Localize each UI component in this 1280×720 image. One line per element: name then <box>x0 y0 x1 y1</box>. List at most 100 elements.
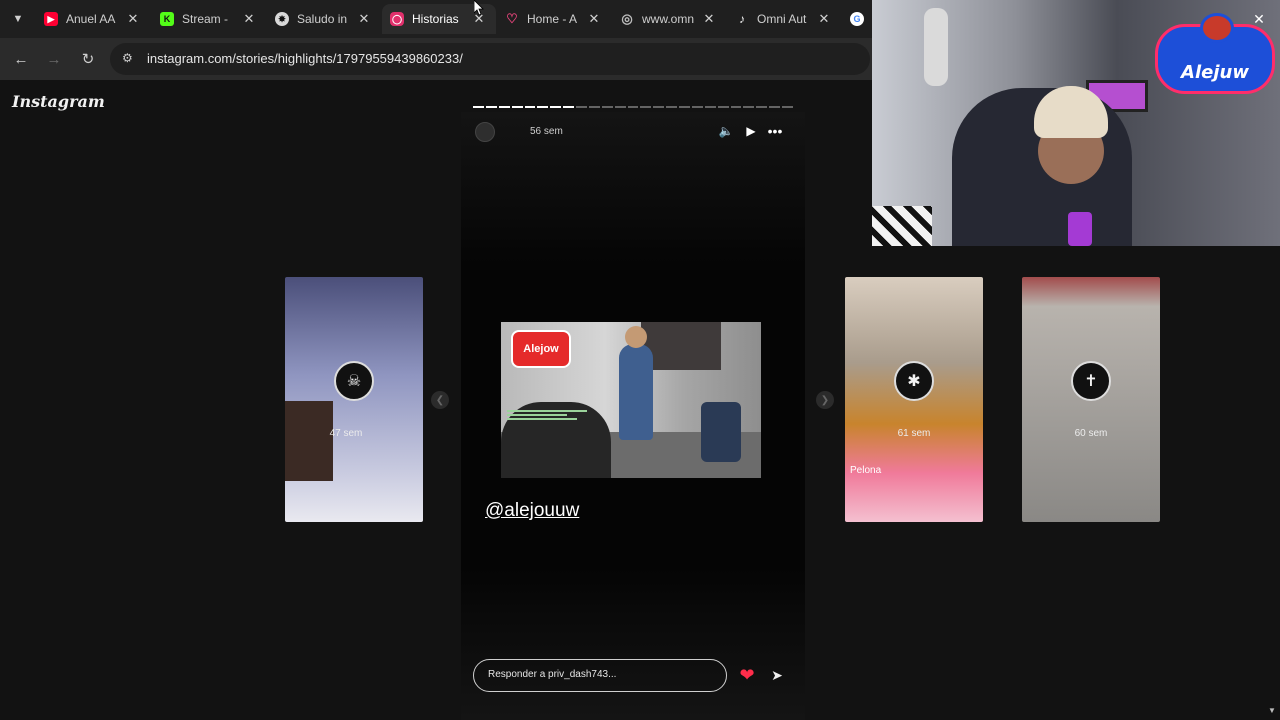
tab-kick[interactable]: K Stream - ✕ <box>152 4 256 34</box>
progress-segment <box>511 106 523 108</box>
forward-arrow-icon[interactable]: → <box>45 50 63 68</box>
tab-youtube[interactable]: ▶ Anuel AA ✕ <box>36 4 140 34</box>
close-tab-icon[interactable]: ✕ <box>242 11 256 27</box>
progress-segment <box>485 106 497 108</box>
close-tab-icon[interactable]: ✕ <box>817 11 831 27</box>
url-text[interactable]: instagram.com/stories/highlights/1797955… <box>147 51 463 66</box>
swirl-icon: ✱ <box>894 361 934 401</box>
story-timestamp: 56 sem <box>530 126 563 137</box>
scroll-down-arrow-icon[interactable]: ▼ <box>1266 704 1278 716</box>
wall-poster <box>641 322 721 370</box>
video-person-head <box>625 326 647 348</box>
story-progress-bar <box>473 106 793 108</box>
browser-toolbar: ← → ↻ ⚙ instagram.com/stories/highlights… <box>0 38 872 80</box>
microphone <box>1068 212 1092 246</box>
tab-label: Saludo in <box>297 12 348 26</box>
progress-segment <box>730 106 742 108</box>
cow-print-pillow <box>872 206 932 246</box>
close-icon[interactable]: ✕ <box>1250 10 1268 28</box>
tab-omni-web[interactable]: ◎ www.omn ✕ <box>612 4 716 34</box>
mouse-cursor-icon <box>474 0 484 16</box>
progress-segment <box>627 106 639 108</box>
preview-caption: Pelona <box>850 465 882 476</box>
office-chair <box>701 402 741 462</box>
progress-segment <box>782 106 793 108</box>
tab-label: Home - A <box>527 12 578 26</box>
reply-input[interactable]: Responder a priv_dash743... <box>473 659 727 692</box>
tab-search-chevron-icon[interactable]: ▼ <box>8 9 28 29</box>
progress-segment <box>769 106 780 108</box>
progress-segment <box>473 106 484 108</box>
story-viewer[interactable]: 56 sem 🔈 ▶ ••• Alejow @alejouuw <box>461 112 805 720</box>
progress-segment <box>640 106 652 108</box>
story-preview-next[interactable]: ✱ 61 sem Pelona <box>845 277 983 522</box>
tab-strip: ▼ ▶ Anuel AA ✕ K Stream - ✕ ✸ Saludo in … <box>0 0 872 38</box>
progress-segment <box>498 106 510 108</box>
progress-segment <box>691 106 703 108</box>
kick-icon: K <box>160 12 174 26</box>
reply-placeholder: Responder a priv_dash743... <box>488 669 617 680</box>
preview-timestamp: 60 sem <box>1074 428 1108 439</box>
instagram-icon: ◯ <box>390 12 404 26</box>
progress-segment <box>614 106 626 108</box>
story-preview-previous[interactable]: ☠ 47 sem <box>285 277 423 522</box>
monkey-photo <box>285 401 333 481</box>
send-icon[interactable]: ➤ <box>768 666 786 684</box>
youtube-icon: ▶ <box>44 12 58 26</box>
tab-label: Anuel AA <box>66 12 116 26</box>
cap-icon <box>1200 13 1234 43</box>
video-person <box>619 344 653 440</box>
tab-tiktok[interactable]: ♪ Omni Aut ✕ <box>727 4 831 34</box>
like-heart-icon[interactable]: ❤ <box>737 665 757 685</box>
mention-sticker[interactable]: @alejouuw <box>485 500 579 522</box>
progress-segment <box>601 106 613 108</box>
tab-label: www.omn <box>642 12 694 26</box>
tab-home[interactable]: ♡ Home - A ✕ <box>497 4 601 34</box>
progress-segment <box>756 106 768 108</box>
tab-label: Historias <box>412 12 459 26</box>
preview-timestamp: 47 sem <box>329 428 363 439</box>
screen: ▼ ▶ Anuel AA ✕ K Stream - ✕ ✸ Saludo in … <box>0 0 1280 720</box>
tab-label: Stream - <box>182 12 229 26</box>
tab-chatgpt[interactable]: ✸ Saludo in ✕ <box>267 4 371 34</box>
heart-icon: ♡ <box>506 11 518 26</box>
chatgpt-icon: ✸ <box>275 12 289 26</box>
progress-segment <box>524 106 536 108</box>
close-tab-icon[interactable]: ✕ <box>587 11 601 27</box>
video-logo: Alejow <box>511 330 571 368</box>
preview-timestamp: 61 sem <box>897 428 931 439</box>
tiktok-icon: ♪ <box>739 12 745 26</box>
punching-bag <box>924 8 948 86</box>
instagram-logo[interactable]: Instagram <box>12 92 105 111</box>
address-bar[interactable]: ⚙ instagram.com/stories/highlights/17979… <box>110 43 870 75</box>
close-tab-icon[interactable]: ✕ <box>126 11 140 27</box>
back-arrow-icon[interactable]: ← <box>12 50 30 68</box>
more-options-icon[interactable]: ••• <box>767 123 783 139</box>
progress-segment <box>653 106 665 108</box>
next-story-chevron-icon[interactable]: ❯ <box>816 391 834 409</box>
google-icon: G <box>850 12 864 26</box>
volume-icon[interactable]: 🔈 <box>718 123 734 139</box>
close-tab-icon[interactable]: ✕ <box>702 11 716 27</box>
globe-icon: ◎ <box>621 11 633 26</box>
close-tab-icon[interactable]: ✕ <box>357 11 371 27</box>
play-icon[interactable]: ▶ <box>743 123 759 139</box>
chat-overlay <box>507 408 607 426</box>
reload-icon[interactable]: ↻ <box>79 50 97 68</box>
progress-segment <box>550 106 562 108</box>
cross-icon: ✝ <box>1071 361 1111 401</box>
progress-segment <box>704 106 716 108</box>
tab-google[interactable]: G <box>842 4 872 34</box>
story-video-frame[interactable]: Alejow <box>501 322 761 478</box>
previous-story-chevron-icon[interactable]: ❮ <box>431 391 449 409</box>
progress-segment <box>576 106 587 108</box>
progress-segment <box>743 106 755 108</box>
progress-segment <box>666 106 677 108</box>
streamer-logo-text: Alejuw <box>1181 62 1249 83</box>
story-preview-next-2[interactable]: ✝ 60 sem <box>1022 277 1160 522</box>
tab-label: Omni Aut <box>757 12 807 26</box>
streamer-logo: Alejuw <box>1155 13 1275 94</box>
story-avatar[interactable] <box>475 122 495 142</box>
site-info-icon[interactable]: ⚙ <box>122 51 138 67</box>
progress-segment <box>679 106 690 108</box>
